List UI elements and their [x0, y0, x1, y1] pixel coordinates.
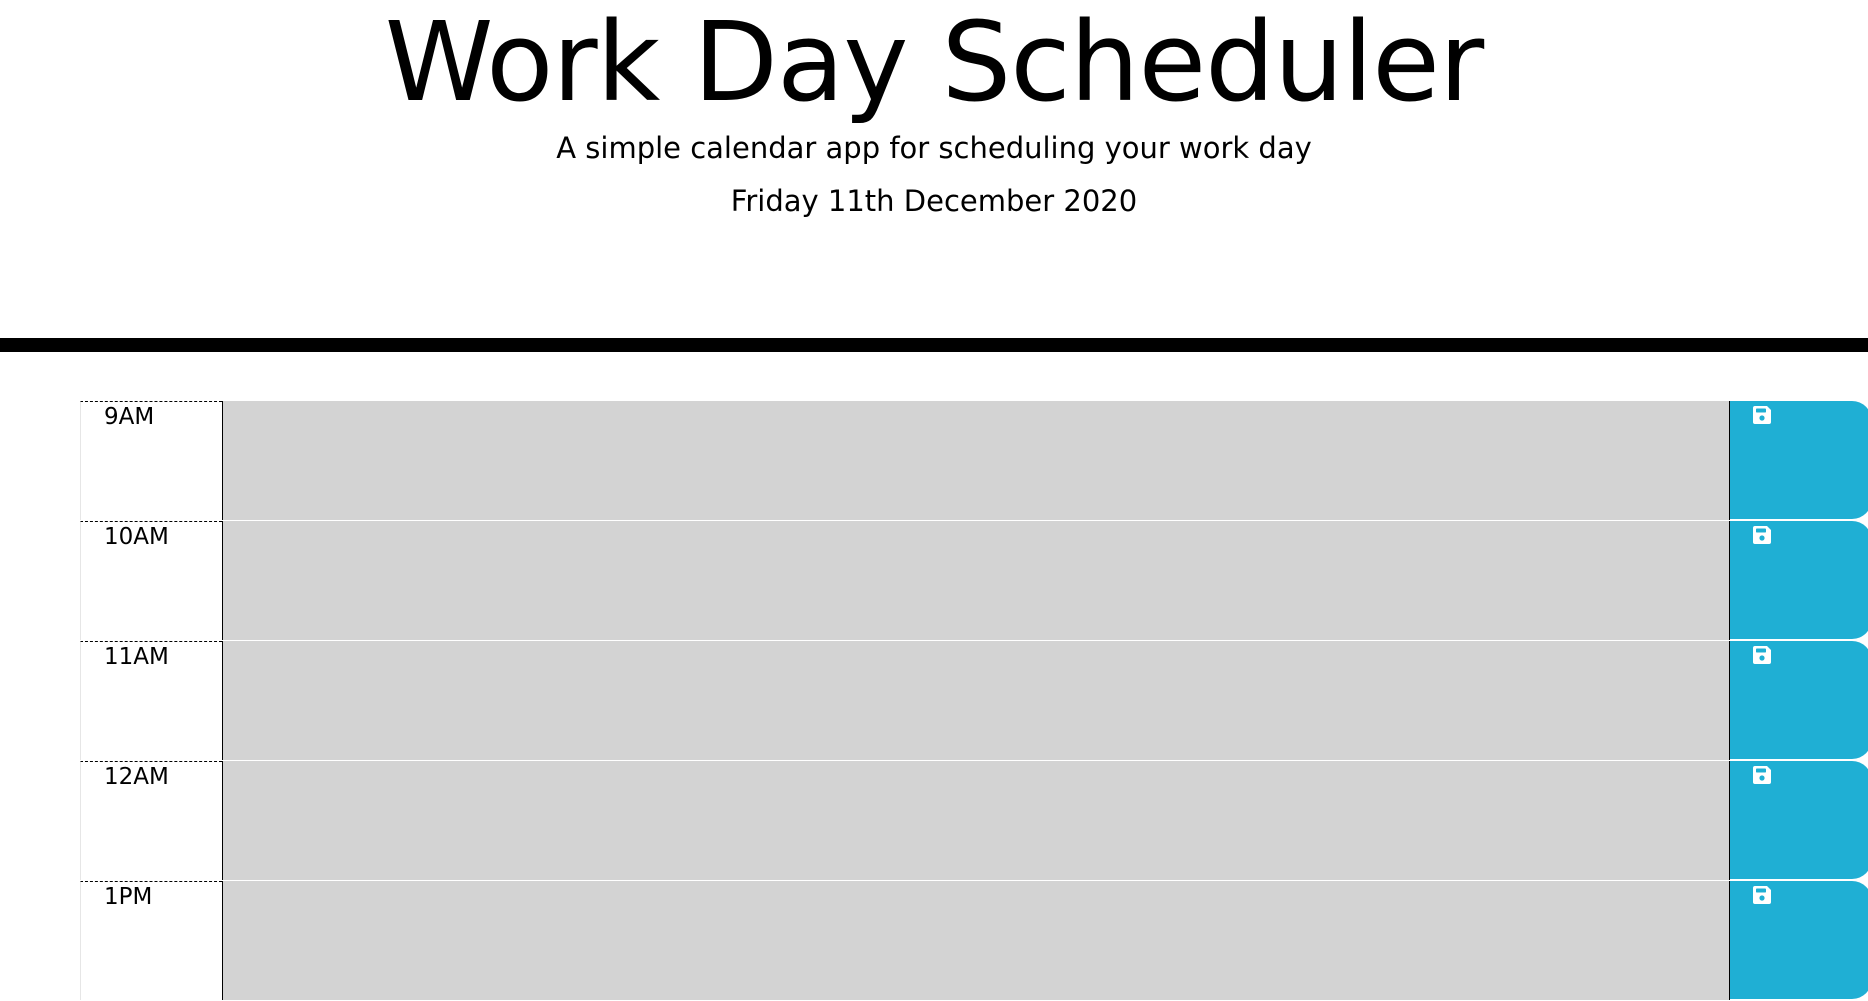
page-header: Work Day Scheduler A simple calendar app… — [0, 0, 1868, 340]
time-block-row: 9AM — [80, 401, 1868, 521]
page-title: Work Day Scheduler — [384, 0, 1484, 126]
task-input[interactable] — [222, 401, 1730, 520]
time-block-row: 12AM — [80, 761, 1868, 881]
floppy-disk-icon — [1753, 406, 1771, 424]
hour-label: 1PM — [104, 884, 153, 910]
task-input[interactable] — [222, 761, 1730, 880]
task-input[interactable] — [222, 641, 1730, 760]
hour-label-cell: 1PM — [80, 881, 222, 1000]
floppy-disk-icon — [1753, 526, 1771, 544]
task-input[interactable] — [222, 521, 1730, 640]
save-button[interactable] — [1730, 761, 1868, 879]
hour-label-cell: 11AM — [80, 641, 222, 760]
page-subtitle: A simple calendar app for scheduling you… — [556, 131, 1312, 165]
hour-label-cell: 10AM — [80, 521, 222, 640]
hour-label-cell: 9AM — [80, 401, 222, 520]
hour-label: 12AM — [104, 764, 169, 790]
time-block-row: 1PM — [80, 881, 1868, 1001]
task-input[interactable] — [222, 881, 1730, 1000]
time-block-row: 10AM — [80, 521, 1868, 641]
hour-label: 10AM — [104, 524, 169, 550]
floppy-disk-icon — [1753, 766, 1771, 784]
save-button[interactable] — [1730, 881, 1868, 999]
time-block-row: 11AM — [80, 641, 1868, 761]
save-button[interactable] — [1730, 641, 1868, 759]
hour-label: 9AM — [104, 404, 155, 430]
floppy-disk-icon — [1753, 646, 1771, 664]
save-button[interactable] — [1730, 401, 1868, 519]
hour-label-cell: 12AM — [80, 761, 222, 880]
hour-label: 11AM — [104, 644, 169, 670]
floppy-disk-icon — [1753, 886, 1771, 904]
header-divider — [0, 338, 1868, 352]
current-date: Friday 11th December 2020 — [730, 184, 1138, 218]
save-button[interactable] — [1730, 521, 1868, 639]
